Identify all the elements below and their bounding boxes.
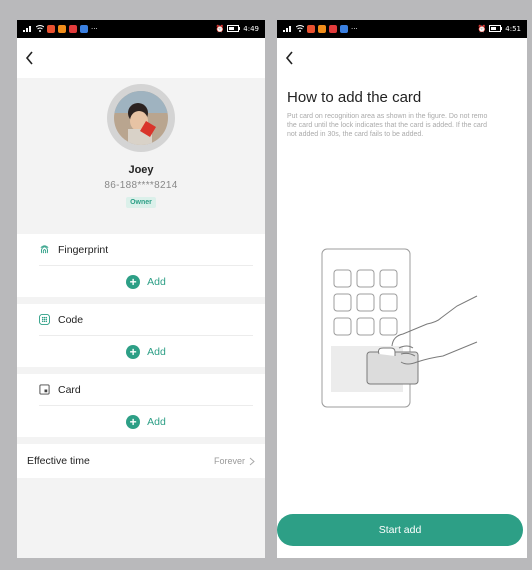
- section-title: Code: [58, 313, 84, 326]
- status-extra: ···: [351, 25, 358, 33]
- status-bar: ··· ⏰ 4:49: [17, 20, 265, 38]
- code-section: Code + Add: [17, 304, 265, 367]
- guide-description: Put card on recognition area as shown in…: [277, 112, 527, 139]
- keypad-icon: [39, 314, 50, 325]
- status-extra: ···: [91, 25, 98, 33]
- app-icon: [69, 25, 77, 33]
- guide-title: How to add the card: [287, 89, 422, 106]
- back-button[interactable]: [285, 48, 305, 68]
- card-on-lock-illustration: [321, 248, 478, 408]
- app-icon: [58, 25, 66, 33]
- wifi-icon: [295, 24, 305, 34]
- guide-desc-line: the card until the lock indicates that t…: [287, 122, 488, 129]
- add-label: Add: [147, 345, 166, 358]
- add-card-button[interactable]: + Add: [39, 406, 253, 437]
- section-title: Fingerprint: [58, 243, 109, 256]
- user-name: Joey: [128, 164, 154, 176]
- add-fingerprint-button[interactable]: + Add: [39, 266, 253, 297]
- status-time: 4:49: [243, 25, 259, 33]
- avatar[interactable]: [107, 84, 175, 152]
- user-phone: 86-188****8214: [104, 180, 178, 191]
- add-label: Add: [147, 415, 166, 428]
- battery-icon: [489, 24, 503, 34]
- section-title: Card: [58, 383, 81, 396]
- guide-desc-line: Put card on recognition area as shown in…: [287, 113, 488, 120]
- add-label: Add: [147, 275, 166, 288]
- nav-bar: [17, 38, 265, 78]
- app-icon: [47, 25, 55, 33]
- card-section: Card + Add: [17, 374, 265, 437]
- effective-time-value-wrap: Forever: [214, 456, 255, 466]
- alarm-icon: ⏰: [215, 25, 225, 33]
- app-icon: [318, 25, 326, 33]
- app-icon: [307, 25, 315, 33]
- effective-time-row[interactable]: Effective time Forever: [17, 444, 265, 478]
- nav-bar: [277, 38, 527, 78]
- plus-circle-icon: +: [126, 344, 141, 359]
- avatar-photo: [114, 91, 168, 145]
- section-header: Fingerprint: [39, 234, 253, 266]
- status-time: 4:51: [505, 25, 521, 33]
- section-header: Card: [39, 374, 253, 406]
- plus-circle-icon: +: [126, 274, 141, 289]
- wifi-icon: [35, 24, 45, 34]
- profile-header: Joey 86-188****8214 Owner: [17, 78, 265, 234]
- add-card-guide-screen: ··· ⏰ 4:51 How to add the card Put card …: [277, 20, 527, 558]
- fingerprint-section: Fingerprint + Add: [17, 234, 265, 297]
- user-detail-screen: ··· ⏰ 4:49 Joey 86-188****8214 Owner Fin…: [17, 20, 265, 558]
- battery-icon: [227, 24, 241, 34]
- effective-time-label: Effective time: [27, 455, 90, 467]
- chevron-left-icon: [25, 51, 33, 65]
- section-header: Code: [39, 304, 253, 336]
- back-button[interactable]: [25, 48, 45, 68]
- role-badge: Owner: [126, 197, 156, 208]
- status-bar: ··· ⏰ 4:51: [277, 20, 527, 38]
- app-icon: [329, 25, 337, 33]
- alarm-icon: ⏰: [477, 25, 487, 33]
- chevron-left-icon: [285, 51, 293, 65]
- signal-icon: [23, 25, 33, 34]
- guide-desc-line: not added in 30s, the card fails to be a…: [287, 131, 424, 138]
- effective-time-value: Forever: [213, 456, 245, 466]
- chevron-right-icon: [249, 457, 255, 465]
- card-icon: [39, 384, 50, 395]
- signal-icon: [283, 25, 293, 34]
- start-add-button[interactable]: Start add: [277, 514, 523, 546]
- app-icon: [80, 25, 88, 33]
- plus-circle-icon: +: [126, 414, 141, 429]
- add-code-button[interactable]: + Add: [39, 336, 253, 367]
- fingerprint-icon: [40, 245, 49, 254]
- app-icon: [340, 25, 348, 33]
